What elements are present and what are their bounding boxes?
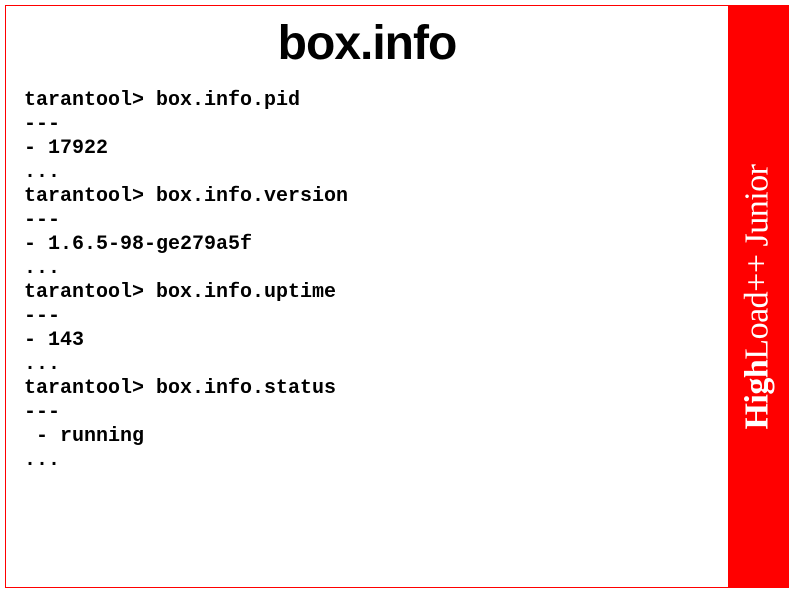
- brand-bold: High: [739, 359, 776, 429]
- slide-title: box.info: [6, 6, 728, 89]
- brand-light: Load++ Junior: [739, 164, 776, 359]
- brand-sidebar: HighLoad++ Junior: [728, 6, 788, 587]
- slide-content: box.info tarantool> box.info.pid --- - 1…: [6, 6, 728, 587]
- terminal-output: tarantool> box.info.pid --- - 17922 ... …: [6, 89, 728, 473]
- brand-text: HighLoad++ Junior: [739, 164, 777, 429]
